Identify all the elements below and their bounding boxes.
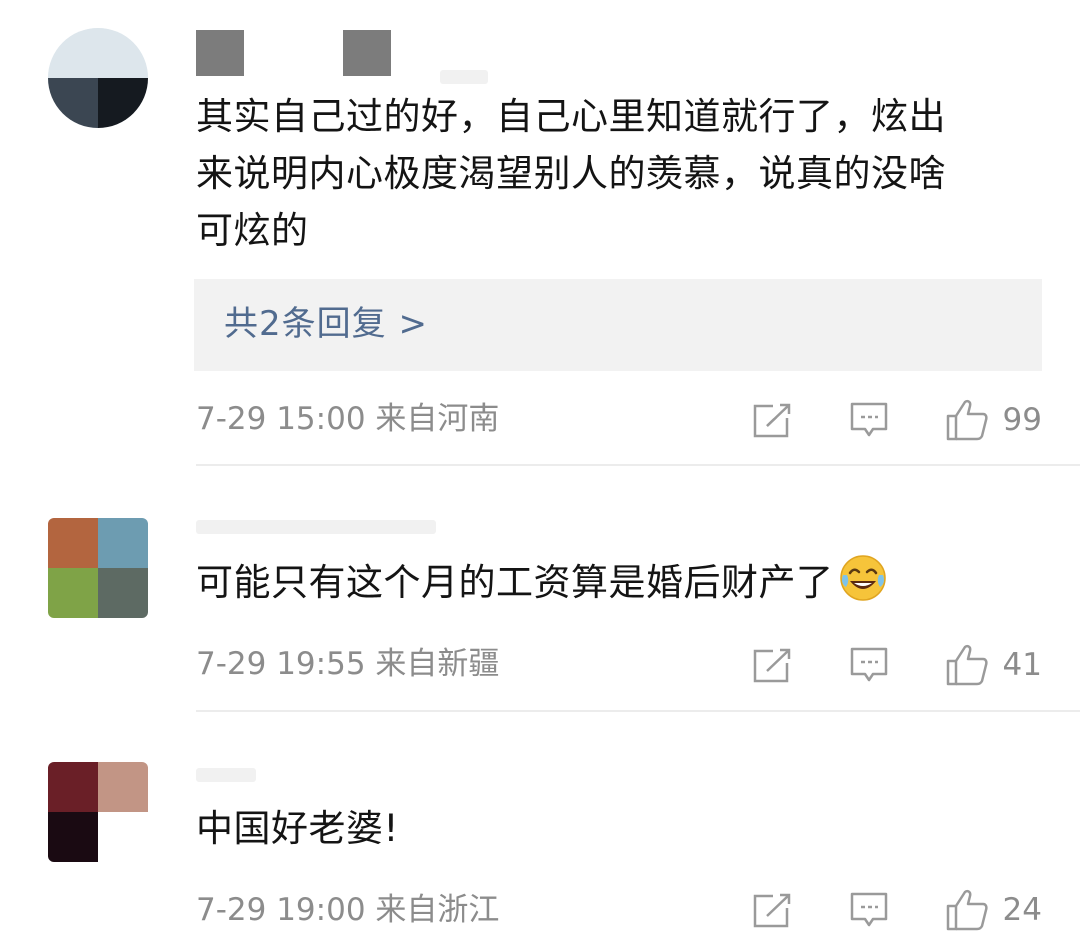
comment-text-line: 可炫的 xyxy=(196,209,309,252)
like-count: 99 xyxy=(1002,402,1042,438)
comment-text: 其实自己过的好，自己心里知道就行了，炫出 来说明内心极度渴望别人的羡慕，说真的没… xyxy=(196,88,1046,259)
thumbs-up-icon xyxy=(946,399,988,441)
comment-text-line: 其实自己过的好，自己心里知道就行了，炫出 xyxy=(196,95,946,138)
share-icon xyxy=(753,402,793,438)
reply-button[interactable] xyxy=(849,891,889,929)
view-replies-link[interactable]: 共2条回复 > xyxy=(224,301,428,347)
comment-text-line: 来说明内心极度渴望别人的羡慕，说真的没啥 xyxy=(196,152,946,195)
comment-meta: 7-29 19:00 来自浙江 xyxy=(196,890,499,930)
comment-actions: 41 xyxy=(753,641,1042,689)
username-faint xyxy=(196,520,436,534)
share-icon xyxy=(753,647,793,683)
comment-icon xyxy=(850,402,887,437)
share-button[interactable] xyxy=(753,647,793,683)
replies-panel[interactable]: 共2条回复 > xyxy=(194,279,1042,371)
reply-button[interactable] xyxy=(849,646,889,684)
laughing-tears-emoji xyxy=(839,555,886,601)
comment-time: 7-29 15:00 xyxy=(196,401,366,437)
comment-icon xyxy=(850,647,887,682)
comment-meta: 7-29 19:55 来自新疆 xyxy=(196,644,499,684)
username-faint xyxy=(196,768,256,782)
comment-actions: 99 xyxy=(753,396,1042,444)
share-button[interactable] xyxy=(753,402,793,438)
avatar[interactable] xyxy=(48,518,148,618)
like-button[interactable]: 99 xyxy=(945,398,1042,442)
like-button[interactable]: 24 xyxy=(945,888,1042,932)
username-redacted xyxy=(196,30,244,76)
avatar[interactable] xyxy=(48,28,148,128)
reply-button[interactable] xyxy=(849,401,889,439)
comment-time: 7-29 19:00 xyxy=(196,892,366,928)
comment-time: 7-29 19:55 xyxy=(196,646,366,682)
share-button[interactable] xyxy=(753,892,793,928)
comment-location: 来自河南 xyxy=(375,401,500,437)
like-button[interactable]: 41 xyxy=(945,643,1042,687)
divider xyxy=(196,464,1080,466)
thumbs-up-icon xyxy=(946,889,988,931)
comment-text-content: 可能只有这个月的工资算是婚后财产了 xyxy=(196,561,834,604)
avatar[interactable] xyxy=(48,762,148,862)
comment-meta: 7-29 15:00 来自河南 xyxy=(196,399,499,439)
comment-icon xyxy=(850,892,887,927)
divider xyxy=(196,710,1080,712)
comment-text: 可能只有这个月的工资算是婚后财产了 xyxy=(196,553,1046,611)
comment-text-content: 中国好老婆! xyxy=(196,807,399,850)
comment-location: 来自浙江 xyxy=(375,892,500,928)
comment-location: 来自新疆 xyxy=(375,646,500,682)
like-count: 41 xyxy=(1002,647,1042,683)
thumbs-up-icon xyxy=(946,644,988,686)
like-count: 24 xyxy=(1002,892,1042,928)
username-redacted xyxy=(343,30,391,76)
share-icon xyxy=(753,892,793,928)
comment-text: 中国好老婆! xyxy=(196,800,1046,857)
username-faint xyxy=(440,70,488,84)
comment-actions: 24 xyxy=(753,886,1042,934)
